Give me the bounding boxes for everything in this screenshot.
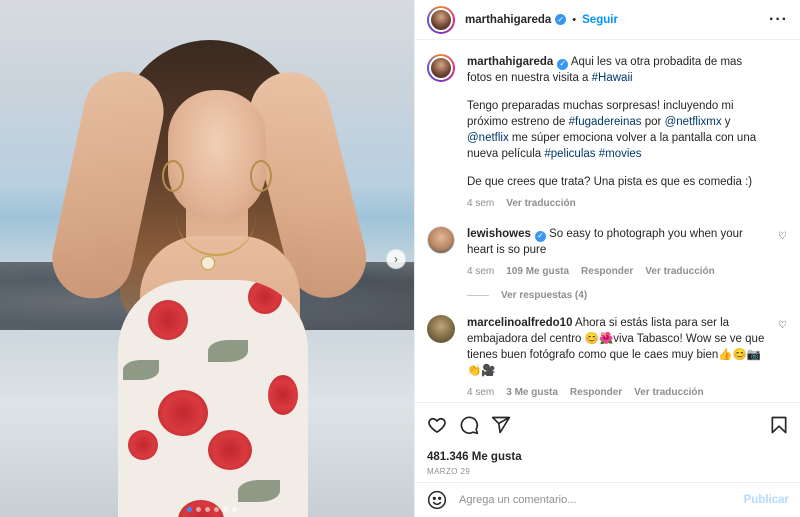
comment-item: marcelinoalfredo10 Ahora si estás lista … <box>427 315 788 398</box>
post-date[interactable]: MARZO 29 <box>427 467 789 476</box>
model-face <box>168 90 266 220</box>
view-replies-label: Ver respuestas (4) <box>501 290 588 301</box>
bookmark-icon[interactable] <box>769 415 789 435</box>
necklace-pendant <box>201 256 215 270</box>
dress-flower <box>268 375 298 415</box>
comment-heart-icon[interactable]: ♡ <box>778 321 788 331</box>
caption-paragraph: Tengo preparadas muchas sorpresas! inclu… <box>467 98 770 162</box>
reply-button[interactable]: Responder <box>581 264 633 280</box>
post-header: marthahigareda ✓ • Seguir ··· <box>415 0 800 40</box>
follow-button[interactable]: Seguir <box>582 14 618 26</box>
commenter-username[interactable]: marcelinoalfredo10 <box>467 317 572 329</box>
action-icons <box>427 413 789 437</box>
more-options-icon[interactable]: ··· <box>769 11 788 29</box>
dress-leaf <box>238 480 280 502</box>
publish-button[interactable]: Publicar <box>744 494 789 506</box>
comment-item: lewishowes ✓ So easy to photograph you wh… <box>427 226 788 280</box>
commenter-username[interactable]: lewishowes <box>467 228 531 240</box>
mention-link[interactable]: @netflix <box>467 132 509 144</box>
reply-button[interactable]: Responder <box>570 385 622 398</box>
translate-button[interactable]: Ver traducción <box>506 196 575 212</box>
comment-meta: 4 sem 109 Me gusta Responder Ver traducc… <box>467 264 770 280</box>
heart-icon[interactable] <box>427 415 447 435</box>
dress-leaf <box>208 340 248 362</box>
carousel-dot <box>196 507 201 512</box>
likes-count[interactable]: 481.346 Me gusta <box>427 451 789 463</box>
post-side-panel: marthahigareda ✓ • Seguir ··· marthahiga… <box>414 0 800 517</box>
comment-icon[interactable] <box>459 415 479 435</box>
left-earring <box>162 160 184 192</box>
caption-text: por <box>641 116 665 128</box>
comment-likes[interactable]: 109 Me gusta <box>506 264 569 280</box>
caption-author-avatar[interactable] <box>427 54 455 82</box>
dress-flower <box>158 390 208 436</box>
floral-dress <box>118 280 308 517</box>
comment-input[interactable] <box>459 494 744 506</box>
hashtag-link[interactable]: #Hawaii <box>592 72 633 84</box>
hashtag-link[interactable]: #fugadereinas <box>569 116 642 128</box>
translate-button[interactable]: Ver traducción <box>645 264 714 280</box>
verified-badge-icon: ✓ <box>534 230 546 242</box>
comment-composer: Publicar <box>415 482 800 517</box>
caption-text: y <box>721 116 731 128</box>
caption-meta: 4 sem Ver traducción <box>467 196 770 212</box>
paper-plane-icon[interactable] <box>491 415 511 435</box>
mention-link[interactable]: @netflixmx <box>665 116 722 128</box>
author-username[interactable]: marthahigareda <box>465 14 551 26</box>
hashtag-link[interactable]: #peliculas <box>544 148 595 160</box>
header-separator: • <box>572 13 577 26</box>
author-avatar[interactable] <box>427 5 455 34</box>
caption-author[interactable]: marthahigareda <box>467 56 553 68</box>
caption: marthahigareda ✓ Aqui les va otra probadi… <box>427 54 788 212</box>
emoji-icon[interactable] <box>427 490 447 510</box>
comment-heart-icon[interactable]: ♡ <box>778 232 788 242</box>
verified-badge-icon: ✓ <box>557 58 569 70</box>
carousel-dot <box>223 507 228 512</box>
dress-flower <box>128 430 158 460</box>
carousel-dot <box>232 507 237 512</box>
verified-badge-icon: ✓ <box>555 14 567 25</box>
dress-flower <box>208 430 252 470</box>
translate-button[interactable]: Ver traducción <box>634 385 703 398</box>
caption-paragraph: De que crees que trata? Una pista es que… <box>467 176 753 188</box>
post-photo[interactable]: › <box>0 0 414 517</box>
comments-list[interactable]: marthahigareda ✓ Aqui les va otra probadi… <box>415 40 800 398</box>
dress-flower <box>248 280 282 314</box>
carousel-dot <box>187 507 192 512</box>
caption-body: marthahigareda ✓ Aqui les va otra probadi… <box>467 54 788 212</box>
comment-body: lewishowes ✓ So easy to photograph you wh… <box>467 226 788 280</box>
dress-flower <box>148 300 188 340</box>
comment-time[interactable]: 4 sem <box>467 264 494 280</box>
carousel-dot <box>205 507 210 512</box>
comment-body: marcelinoalfredo10 Ahora si estás lista … <box>467 315 788 398</box>
commenter-avatar[interactable] <box>427 315 455 343</box>
commenter-avatar[interactable] <box>427 226 455 254</box>
caption-time[interactable]: 4 sem <box>467 196 494 212</box>
carousel-dot <box>214 507 219 512</box>
comment-likes[interactable]: 3 Me gusta <box>506 385 558 398</box>
hashtag-link[interactable]: #movies <box>599 148 642 160</box>
comment-meta: 4 sem 3 Me gusta Responder Ver traducció… <box>467 385 770 398</box>
dress-leaf <box>123 360 159 380</box>
replies-divider <box>467 295 489 296</box>
chevron-right-icon: › <box>394 252 398 266</box>
post-actions: 481.346 Me gusta MARZO 29 <box>415 402 800 476</box>
comment-time[interactable]: 4 sem <box>467 385 494 398</box>
carousel-indicator <box>187 507 237 512</box>
carousel-next-button[interactable]: › <box>386 249 406 269</box>
right-earring <box>250 160 272 192</box>
view-replies-button[interactable]: Ver respuestas (4) <box>467 290 788 301</box>
